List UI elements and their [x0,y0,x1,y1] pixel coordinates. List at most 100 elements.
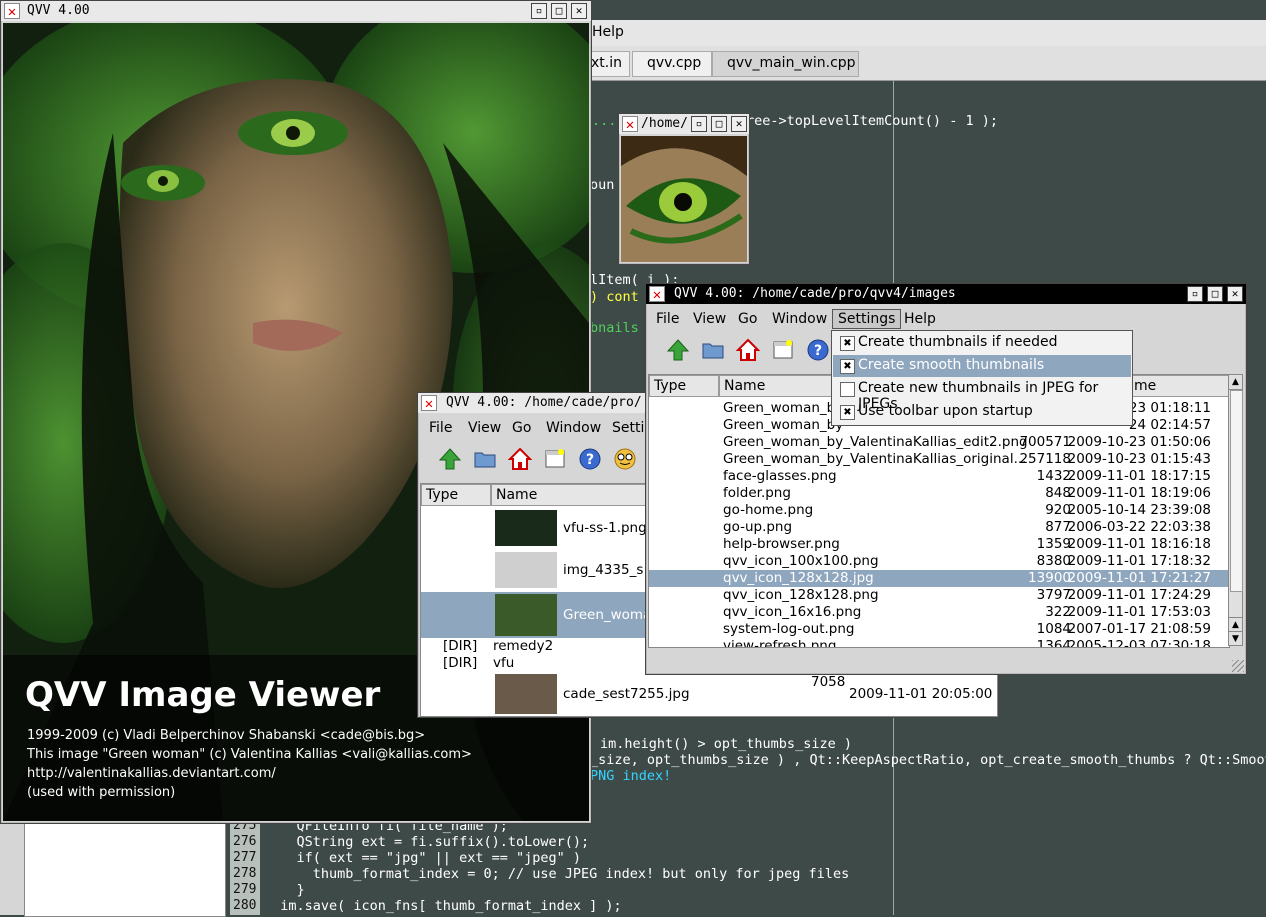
row-name: cade_sest7255.jpg [563,686,690,702]
browser-main-titlebar[interactable]: ✕ QVV 4.00: /home/cade/pro/qvv4/images ▫… [646,284,1246,304]
resize-grip-icon[interactable] [1232,660,1244,672]
scroll-up-arrow-bottom[interactable]: ▲ [1229,617,1242,632]
row-name: qvv_icon_16x16.png [723,604,862,620]
menu-file[interactable]: File [429,420,452,436]
scroll-up-arrow[interactable]: ▲ [1229,375,1242,390]
row-size: 1364 [1036,638,1071,648]
maximize-icon[interactable]: □ [551,3,567,19]
table-row[interactable]: qvv_icon_100x100.png 8380 2009-11-01 17:18… [649,553,1229,570]
checkbox-icon: ✖ [840,359,855,374]
row-date: 2009-11-01 18:16:18 [1067,536,1211,552]
table-row[interactable]: help-browser.png 1359 2009-11-01 18:16:18 [649,536,1229,553]
table-row[interactable]: folder.png 848 2009-11-01 18:19:06 [649,485,1229,502]
code-fragment: ... [592,113,617,129]
row-name: go-home.png [723,502,814,518]
menu-settings[interactable]: Settings [832,309,902,329]
go-home-icon[interactable] [508,447,532,471]
row-name: qvv_icon_100x100.png [723,553,879,569]
scroll-down-arrow[interactable]: ▼ [1229,631,1242,646]
menu-view[interactable]: View [693,311,726,327]
eye-preview-image [621,136,747,262]
row-size: 257118 [1019,451,1071,467]
row-size: 13900 [1028,570,1071,586]
folder-icon[interactable] [473,447,497,471]
maximize-icon[interactable]: □ [1207,286,1223,302]
table-row[interactable]: system-log-out.png 1084 2007-01-17 21:08:5… [649,621,1229,638]
settings-menu-item[interactable]: Create new thumbnails in JPEG for JPEGs [833,378,1131,412]
tab-qvv-cpp[interactable]: qvv.cpp [632,51,712,77]
table-row[interactable]: go-home.png 920 2005-10-14 23:39:08 [649,502,1229,519]
help-browser-icon[interactable]: ? [578,447,602,471]
table-row[interactable]: cade_sest7255.jpg 7058 2009-11-01 20:05:00 [421,672,997,716]
table-row[interactable]: view-refresh.png 1364 2005-12-03 07:30:18 [649,638,1229,648]
column-header-type[interactable]: Type [649,375,719,397]
thumbnail-image [495,674,557,714]
face-glasses-icon[interactable] [613,447,637,471]
go-home-icon[interactable] [736,338,760,362]
help-browser-icon[interactable]: ? [806,338,830,362]
close-icon[interactable]: ✕ [1227,286,1243,302]
table-row[interactable]: qvv_icon_16x16.png 322 2009-11-01 17:53:03 [649,604,1229,621]
row-date: -24 02:14:57 [1124,417,1211,433]
menu-help[interactable]: Help [904,311,936,327]
table-row[interactable]: Green_woman_by_ValentinaKallias_original… [649,451,1229,468]
row-date: 2009-10-23 01:15:43 [1067,451,1211,467]
splash-titlebar[interactable]: ✕ QVV 4.00 ▫ □ ✕ [1,1,591,21]
table-row[interactable]: go-up.png 877 2006-03-22 22:03:38 [649,519,1229,536]
scroll-thumb[interactable] [1230,390,1243,592]
vertical-scrollbar[interactable]: ▲ ▲ ▼ [1228,374,1243,646]
row-date: 2009-10-23 01:50:06 [1067,434,1211,450]
menu-window[interactable]: Window [546,420,601,436]
row-date: 2007-01-17 21:08:59 [1067,621,1211,637]
go-up-icon[interactable] [666,338,690,362]
minimize-icon[interactable]: ▫ [691,116,707,132]
menu-window[interactable]: Window [772,311,827,327]
code-fragment: _size, opt_thumbs_size ) , Qt::KeepAspec… [590,752,1266,768]
view-refresh-icon[interactable] [543,447,567,471]
splash-heading: QVV Image Viewer [25,675,381,715]
folder-icon[interactable] [701,338,725,362]
row-date: 2009-11-01 17:24:29 [1067,587,1211,603]
settings-menu-item[interactable]: ✖ Create thumbnails if needed [833,332,1131,354]
view-refresh-icon[interactable] [771,338,795,362]
checkbox-icon [840,382,855,397]
table-row[interactable]: face-glasses.png 1432 2009-11-01 18:17:15 [649,468,1229,485]
table-row[interactable]: qvv_icon_128x128.jpg 13900 2009-11-01 17:2… [649,570,1229,587]
row-size: 1432 [1036,468,1071,484]
row-name: Green_woman_by [723,417,844,433]
row-type: [DIR] [443,655,478,671]
code-fragment: ree->topLevelItemCount() - 1 ); [746,113,998,129]
settings-menu-item[interactable]: ✖ Create smooth thumbnails [833,355,1131,377]
minimize-icon[interactable]: ▫ [531,3,547,19]
table-row[interactable]: qvv_icon_128x128.png 3797 2009-11-01 17:24… [649,587,1229,604]
row-date: 2009-11-01 18:17:15 [1067,468,1211,484]
menu-view[interactable]: View [468,420,501,436]
column-header-type[interactable]: Type [421,484,491,506]
svg-text:?: ? [814,343,822,359]
settings-menu-item[interactable]: ✖ Use toolbar upon startup [833,401,1131,423]
row-name: help-browser.png [723,536,840,552]
preview-titlebar[interactable]: ✕ /home/ ▫ □ ✕ [619,114,749,134]
menu-go[interactable]: Go [738,311,757,327]
close-icon[interactable]: ✕ [571,3,587,19]
row-name: img_4335_s [563,562,644,578]
go-up-icon[interactable] [438,447,462,471]
close-icon[interactable]: ✕ [731,116,747,132]
thumbnail-image [495,594,557,636]
column-header-time[interactable]: me [1129,375,1229,397]
app-icon: ✕ [622,116,638,133]
splash-credits: 1999-2009 (c) Vladi Belperchinov Shabans… [27,726,472,802]
menu-go[interactable]: Go [512,420,531,436]
menu-file[interactable]: File [656,311,679,327]
menu-help[interactable]: Help [592,24,624,40]
tab-qvv-main-win-cpp[interactable]: qvv_main_win.cpp [712,51,859,77]
table-row[interactable]: Green_woman_by_ValentinaKallias_edit2.pn… [649,434,1229,451]
row-name: go-up.png [723,519,793,535]
row-date: 2005-12-03 07:30:18 [1067,638,1211,648]
preview-window: ✕ /home/ ▫ □ ✕ [618,113,750,265]
settings-dropdown: ✖ Create thumbnails if needed ✖ Create smoo… [831,330,1133,426]
minimize-icon[interactable]: ▫ [1187,286,1203,302]
row-size: 1359 [1036,536,1071,552]
row-size: 8380 [1036,553,1071,569]
maximize-icon[interactable]: □ [711,116,727,132]
